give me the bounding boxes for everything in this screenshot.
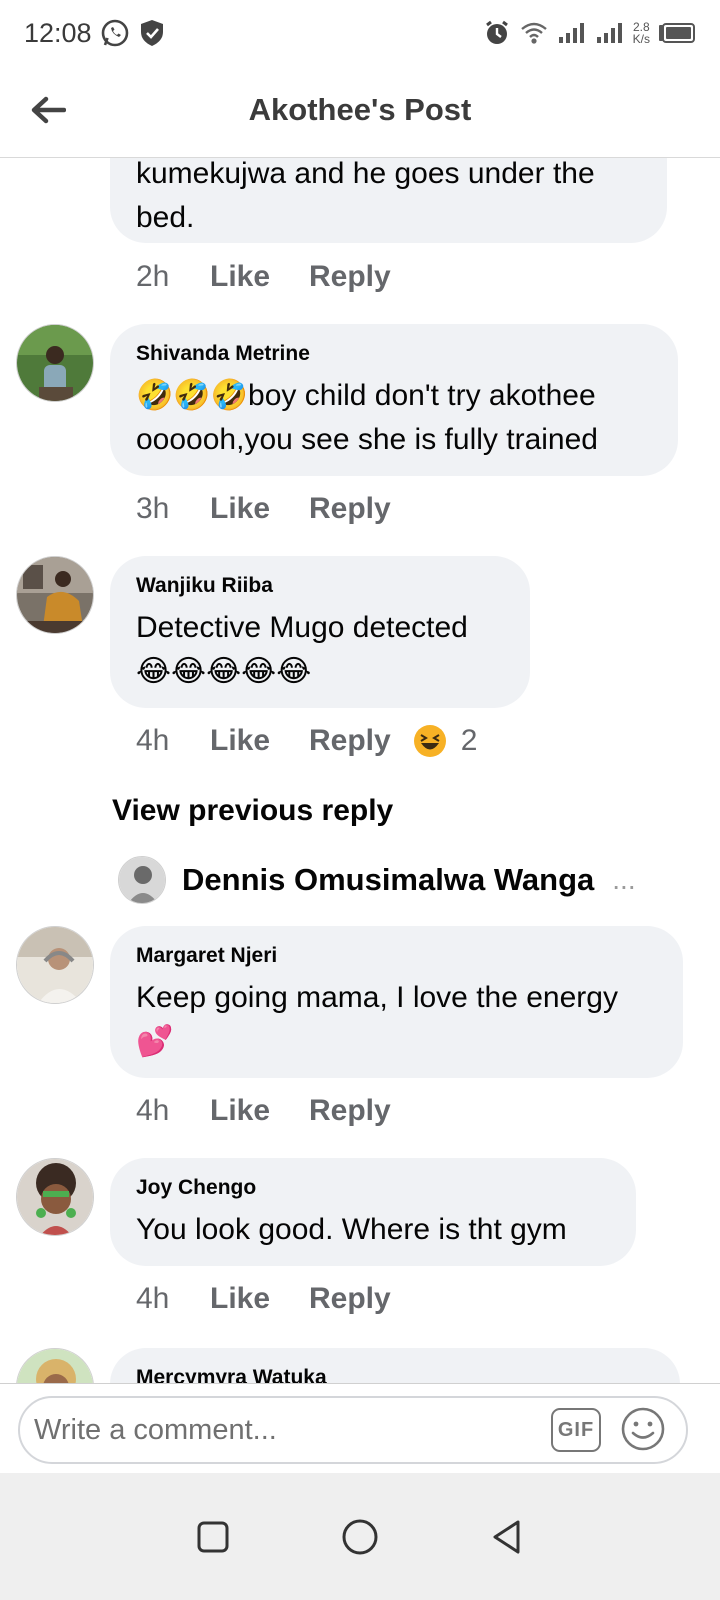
reply-button[interactable]: Reply — [309, 260, 391, 294]
comment-time: 4h — [136, 1094, 170, 1127]
reply-preview[interactable]: Dennis Omusimalwa Wanga ... — [118, 856, 636, 904]
comment-actions: 4h Like Reply 2 — [136, 724, 477, 758]
emoji-button[interactable] — [620, 1406, 666, 1452]
like-button[interactable]: Like — [210, 1282, 309, 1316]
status-notification-icons — [100, 18, 166, 48]
reply-button[interactable]: Reply — [309, 1094, 391, 1128]
comment-text: kumekujwa and he goes under the bed. — [136, 158, 595, 234]
status-system-icons: 2.8 K/s — [483, 19, 696, 47]
comment-bubble[interactable]: Mercymyra Watuka — [110, 1348, 680, 1384]
reply-author: Dennis Omusimalwa Wanga — [182, 862, 595, 897]
comment-time: 3h — [136, 492, 170, 525]
view-previous-reply-link[interactable]: View previous reply — [112, 794, 393, 828]
home-button[interactable] — [338, 1515, 382, 1559]
post-header: Akothee's Post — [0, 66, 720, 158]
comment-text: 🤣🤣🤣boy child don't try akothee oooooh,yo… — [136, 379, 598, 456]
comment-bubble[interactable]: Shivanda Metrine 🤣🤣🤣boy child don't try … — [110, 324, 678, 476]
square-icon — [197, 1521, 229, 1552]
recents-button[interactable] — [191, 1515, 235, 1559]
avatar[interactable] — [16, 1158, 94, 1236]
system-back-button[interactable] — [485, 1515, 529, 1559]
comment-author[interactable]: Wanjiku Riiba — [136, 574, 504, 598]
comment-time: 4h — [136, 724, 170, 757]
comment-author[interactable]: Margaret Njeri — [136, 944, 657, 968]
comment-text: Keep going mama, I love the energy 💕 — [136, 981, 618, 1058]
comment-bubble[interactable]: Margaret Njeri Keep going mama, I love t… — [110, 926, 683, 1078]
comment-bubble[interactable]: Wanjiku Riiba Detective Mugo detected 😂😂… — [110, 556, 530, 708]
comment-text: You look good. Where is tht gym — [136, 1213, 567, 1246]
haha-reaction-icon — [413, 725, 446, 757]
comments-feed[interactable]: kumekujwa and he goes under the bed. 2h … — [0, 158, 720, 1384]
like-button[interactable]: Like — [210, 260, 309, 294]
reply-ellipsis: ... — [612, 864, 636, 895]
signal-icon — [557, 21, 587, 45]
network-speed: 2.8 K/s — [632, 20, 650, 46]
status-time: 12:08 — [24, 17, 92, 48]
reaction-count: 2 — [460, 724, 478, 757]
wifi-icon — [519, 20, 549, 46]
avatar[interactable] — [16, 1348, 94, 1384]
like-button[interactable]: Like — [210, 724, 309, 758]
comment-author[interactable]: Joy Chengo — [136, 1176, 610, 1200]
avatar[interactable] — [16, 556, 94, 634]
battery-icon — [658, 23, 696, 43]
reply-button[interactable]: Reply — [309, 492, 391, 526]
shield-icon — [138, 18, 166, 48]
system-nav-bar — [0, 1473, 720, 1600]
avatar[interactable] — [16, 926, 94, 1004]
comment-author[interactable]: Mercymyra Watuka — [136, 1366, 654, 1384]
comment-author[interactable]: Shivanda Metrine — [136, 342, 652, 366]
comment-actions: 4h Like Reply — [136, 1282, 391, 1316]
comment-text: Detective Mugo detected 😂😂😂😂😂 — [136, 611, 468, 688]
alarm-icon — [483, 19, 511, 47]
reply-button[interactable]: Reply — [309, 1282, 391, 1316]
like-button[interactable]: Like — [210, 1094, 309, 1128]
avatar — [118, 856, 166, 904]
avatar[interactable] — [16, 324, 94, 402]
comment-bubble[interactable]: Joy Chengo You look good. Where is tht g… — [110, 1158, 636, 1266]
gif-button[interactable]: GIF — [551, 1408, 601, 1452]
reaction-summary[interactable]: 2 — [413, 724, 478, 758]
comment-time: 4h — [136, 1282, 170, 1315]
like-button[interactable]: Like — [210, 492, 309, 526]
page-title: Akothee's Post — [248, 92, 472, 127]
comment-actions: 2h Like Reply — [136, 260, 391, 294]
circle-icon — [342, 1519, 378, 1554]
comment-time: 2h — [136, 260, 170, 293]
smiley-icon — [621, 1407, 665, 1451]
comment-actions: 3h Like Reply — [136, 492, 391, 526]
signal-icon — [595, 21, 625, 45]
comment-actions: 4h Like Reply — [136, 1094, 391, 1128]
status-bar: 12:08 2.8 K/s — [0, 0, 720, 66]
reply-button[interactable]: Reply — [309, 724, 391, 758]
triangle-back-icon — [493, 1520, 520, 1553]
whatsapp-icon — [100, 18, 130, 48]
comment-bubble[interactable]: kumekujwa and he goes under the bed. — [110, 158, 667, 243]
comment-composer: GIF — [0, 1383, 720, 1473]
